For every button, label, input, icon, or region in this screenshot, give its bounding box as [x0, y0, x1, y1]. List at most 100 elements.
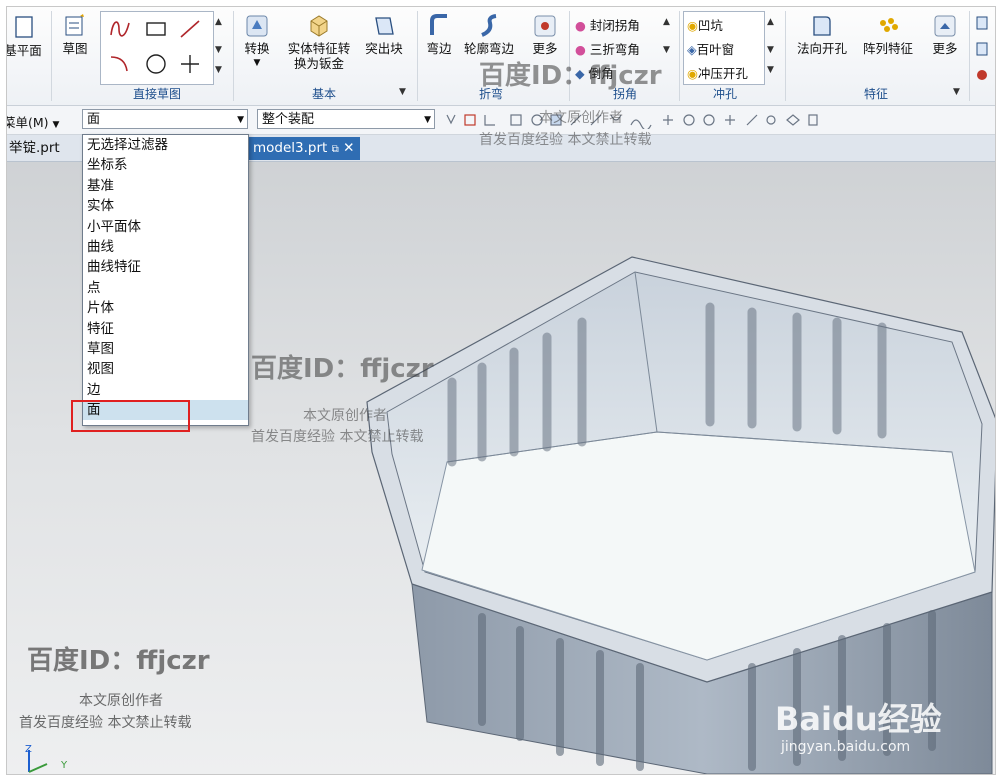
- closed-corner-icon: ●: [575, 18, 586, 33]
- watermark-first-pub-bottom: 首发百度经验 本文禁止转载: [19, 715, 192, 731]
- tab-feature-label: 突出块: [365, 41, 403, 56]
- watermark-first-pub: 首发百度经验 本文禁止转载: [251, 429, 424, 445]
- dimple-item[interactable]: ◉凹坑: [687, 15, 723, 34]
- scroll-down-icon[interactable]: ▼: [215, 45, 222, 55]
- solid-to-sheet-label-1: 实体特征转: [287, 41, 351, 56]
- convert-label: 转换: [244, 41, 270, 56]
- sketch-label: 草图: [62, 41, 88, 56]
- corner-scroll-down-icon[interactable]: ▼: [663, 45, 670, 55]
- drawn-cutout-icon: ◉: [687, 66, 698, 81]
- tab-label: 举锭.prt: [9, 140, 60, 156]
- menu-dropdown-icon: ▼: [52, 120, 60, 130]
- baidu-url: jingyan.baidu.com: [781, 739, 911, 755]
- feature-group-label: 特征: [863, 87, 888, 101]
- solid-feature-icon: [310, 15, 328, 37]
- filter-option[interactable]: 片体: [83, 298, 248, 318]
- tab-model3[interactable]: model3.prt ⧉ ✕: [247, 137, 361, 160]
- chevron-down-icon: ▼: [424, 115, 431, 125]
- punch-scroll-down-icon[interactable]: ▼: [767, 45, 774, 55]
- convert-icon: [246, 15, 268, 37]
- more-feature-button[interactable]: 更多: [927, 13, 963, 56]
- basic-group-expand-icon[interactable]: ▼: [399, 87, 406, 97]
- filter-option[interactable]: 边: [83, 380, 248, 400]
- scroll-up-icon[interactable]: ▲: [215, 17, 222, 27]
- flange-label: 弯边: [426, 41, 452, 56]
- filter-option[interactable]: 无选择过滤器: [83, 135, 248, 155]
- expand-icon[interactable]: ▼: [215, 65, 222, 75]
- more-bend-button[interactable]: 更多: [527, 13, 563, 56]
- filter-option[interactable]: 点: [83, 278, 248, 298]
- dimple-icon: ◉: [687, 18, 698, 33]
- filter-option[interactable]: 曲线特征: [83, 257, 248, 277]
- type-filter-value: 面: [87, 112, 101, 127]
- rectangle-icon[interactable]: [143, 17, 169, 41]
- tab-part-1[interactable]: 举锭.prt: [7, 137, 66, 160]
- flange-icon: [430, 14, 447, 35]
- solid-to-sheet-label-2: 换为钣金: [293, 56, 344, 71]
- watermark-original-bottom: 本文原创作者: [79, 693, 163, 709]
- watermark-id-top: 百度ID：ffjczr: [479, 61, 662, 91]
- filter-option[interactable]: 基准: [83, 176, 248, 196]
- filter-option[interactable]: 小平面体: [83, 217, 248, 237]
- normal-cutout-button[interactable]: 法向开孔: [791, 13, 853, 56]
- louver-label: 百叶窗: [696, 42, 735, 57]
- louver-icon: ◈: [687, 42, 697, 57]
- filter-option[interactable]: 坐标系: [83, 155, 248, 175]
- pattern-feature-button[interactable]: 阵列特征: [857, 13, 919, 56]
- drawn-cutout-label: 冲压开孔: [697, 66, 748, 81]
- watermark-id: 百度ID：ffjczr: [251, 354, 434, 384]
- close-icon[interactable]: ✕: [343, 140, 354, 156]
- assembly-scope-value: 整个装配: [262, 112, 315, 127]
- axis-y-label: Y: [61, 760, 68, 771]
- filter-option[interactable]: 曲线: [83, 237, 248, 257]
- contour-flange-label: 轮廓弯边: [463, 41, 514, 56]
- spline-icon[interactable]: [107, 17, 133, 41]
- plane-icon: [15, 16, 33, 38]
- punch-expand-icon[interactable]: ▼: [767, 65, 774, 75]
- more-bend-label: 更多: [532, 41, 558, 56]
- louver-item[interactable]: ◈百叶窗: [687, 39, 734, 58]
- datum-plane-button[interactable]: 基平面: [7, 15, 45, 58]
- feature-group-expand-icon[interactable]: ▼: [953, 87, 960, 97]
- menu-button[interactable]: 菜单(M) ▼: [7, 112, 60, 131]
- drawn-cutout-item[interactable]: ◉冲压开孔: [687, 63, 748, 82]
- watermark-id-bottom: 百度ID：ffjczr: [27, 646, 210, 676]
- convert-button[interactable]: 转换 ▼: [239, 13, 275, 71]
- punch-scroll-up-icon[interactable]: ▲: [767, 17, 774, 27]
- assembly-scope-combo[interactable]: 整个装配 ▼: [257, 109, 435, 129]
- point-icon[interactable]: [177, 51, 203, 77]
- punch-group-label: 冲孔: [712, 87, 737, 101]
- nx-window: 基平面 草图 ▲ ▼ ▼ 直接草图 转换 ▼ 实体特征转 换为钣金 突出块 基本…: [6, 6, 996, 775]
- line-icon[interactable]: [177, 17, 203, 41]
- more-feature-label: 更多: [932, 41, 958, 56]
- snap-point-icons[interactable]: [441, 111, 981, 129]
- filter-option[interactable]: 实体: [83, 196, 248, 216]
- watermark-original: 本文原创作者: [303, 408, 387, 424]
- type-filter-combo[interactable]: 面 ▼: [82, 109, 248, 129]
- tab-icon: [375, 17, 394, 35]
- normal-cutout-label: 法向开孔: [796, 41, 847, 56]
- axis-z-label: Z: [25, 744, 32, 755]
- filter-option[interactable]: 草图: [83, 339, 248, 359]
- annotation-highlight-box: [71, 400, 190, 432]
- direct-sketch-group-label: 直接草图: [132, 87, 181, 101]
- sketch-button[interactable]: 草图: [57, 13, 93, 56]
- quick-tools-icon[interactable]: [975, 15, 991, 85]
- tab-feature-button[interactable]: 突出块: [359, 13, 409, 56]
- pin-icon[interactable]: ⧉: [332, 144, 339, 155]
- flange-button[interactable]: 弯边: [421, 13, 457, 56]
- solid-to-sheet-button[interactable]: 实体特征转 换为钣金: [279, 13, 359, 71]
- filter-option[interactable]: 视图: [83, 359, 248, 379]
- chevron-down-icon: ▼: [237, 115, 244, 125]
- filter-option[interactable]: 特征: [83, 319, 248, 339]
- type-filter-dropdown-list[interactable]: 无选择过滤器 坐标系 基准 实体 小平面体 曲线 曲线特征 点 片体 特征 草图…: [82, 134, 249, 426]
- corner-scroll-up-icon[interactable]: ▲: [663, 17, 670, 27]
- watermark-first-pub-top: 首发百度经验 本文禁止转载: [479, 132, 652, 148]
- baidu-logo: Baidu经验: [775, 700, 942, 738]
- arc-icon[interactable]: [107, 51, 133, 77]
- contour-flange-button[interactable]: 轮廓弯边: [459, 13, 519, 56]
- circle-icon[interactable]: [143, 51, 169, 77]
- contour-flange-icon: [481, 14, 497, 37]
- tab-label: model3.prt: [253, 140, 328, 156]
- closed-corner-item[interactable]: ● 封闭拐角: [575, 15, 640, 34]
